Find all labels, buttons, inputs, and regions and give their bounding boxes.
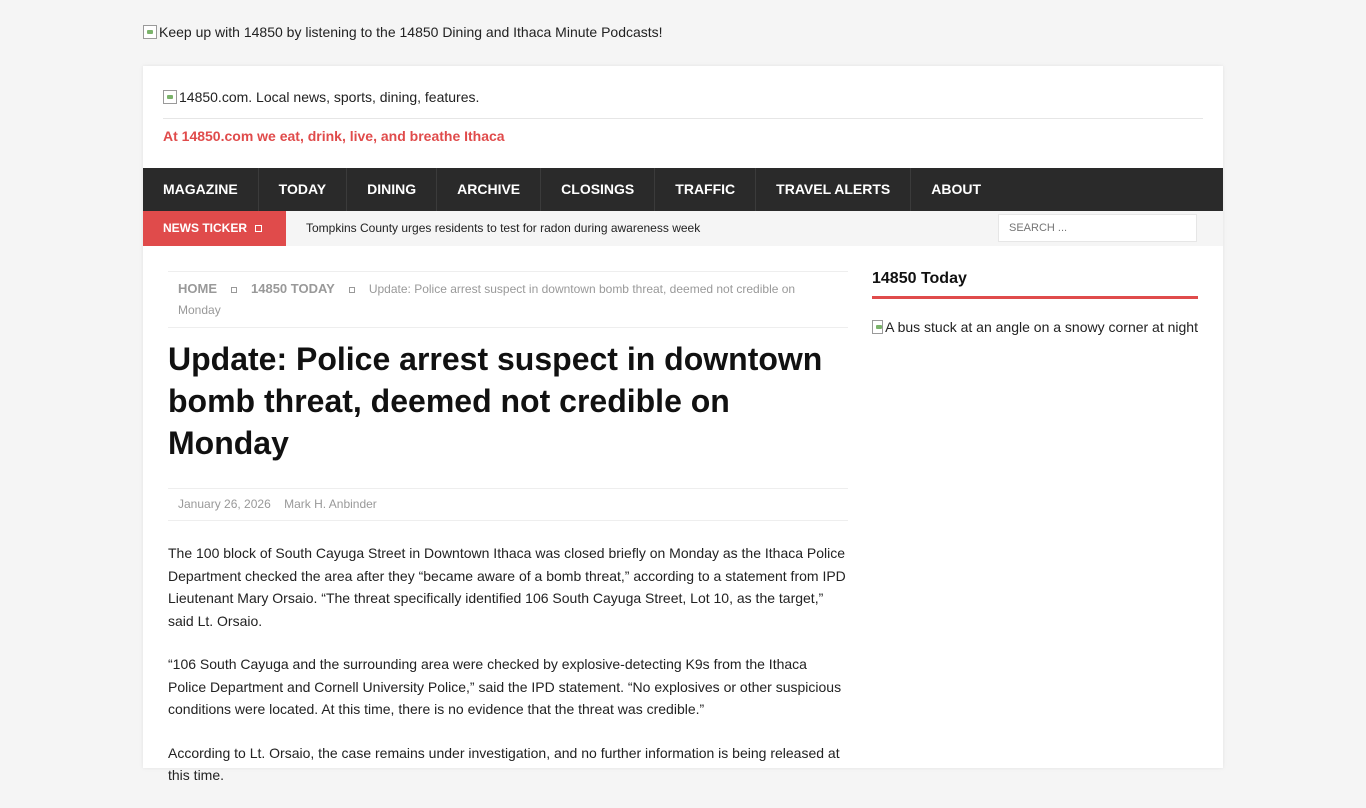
news-ticker-label: NEWS TICKER [143, 211, 286, 246]
article-date: January 26, 2026 [178, 497, 271, 511]
search-input[interactable] [998, 214, 1197, 242]
header-divider [163, 118, 1203, 119]
nav-item-archive[interactable]: ARCHIVE [437, 168, 542, 211]
nav-item-magazine[interactable]: MAGAZINE [143, 168, 259, 211]
broken-image-icon [163, 90, 177, 104]
nav-item-travel-alerts[interactable]: TRAVEL ALERTS [756, 168, 912, 211]
site-tagline: At 14850.com we eat, drink, live, and br… [163, 128, 505, 144]
nav-item-about[interactable]: ABOUT [911, 168, 1001, 211]
sidebar: 14850 Today A bus stuck at an angle on a… [872, 266, 1198, 335]
breadcrumb-separator-icon [231, 286, 237, 293]
article-paragraph: “106 South Cayuga and the surrounding ar… [168, 656, 842, 717]
breadcrumb-separator-icon [348, 286, 355, 293]
logo-alt-text: 14850.com. Local news, sports, dining, f… [179, 89, 480, 105]
site-container: 14850.com. Local news, sports, dining, f… [143, 66, 1223, 783]
ticker-label-text: NEWS TICKER [163, 221, 247, 235]
article-paragraph: The 100 block of South Cayuga Street in … [168, 545, 846, 629]
breadcrumb-home[interactable]: HOME [178, 281, 217, 296]
sidebar-widget-title: 14850 Today [872, 270, 1198, 299]
site-logo[interactable]: 14850.com. Local news, sports, dining, f… [163, 89, 479, 105]
sidebar-featured-image[interactable]: A bus stuck at an angle on a snowy corne… [872, 319, 1198, 335]
ticker-square-icon [255, 225, 262, 233]
article-title: Update: Police arrest suspect in downtow… [168, 341, 823, 461]
broken-image-icon [872, 320, 884, 334]
top-banner-alt-text: Keep up with 14850 by listening to the 1… [159, 24, 663, 40]
ticker-headline-link[interactable]: Tompkins County urges residents to test … [306, 211, 700, 246]
top-banner-image[interactable]: Keep up with 14850 by listening to the 1… [143, 24, 663, 40]
breadcrumb-section[interactable]: 14850 TODAY [251, 281, 335, 296]
article-paragraph: According to Lt. Orsaio, the case remain… [168, 744, 840, 784]
nav-item-closings[interactable]: CLOSINGS [541, 168, 656, 211]
sidebar-image-alt: A bus stuck at an angle on a snowy corne… [885, 319, 1198, 335]
breadcrumb: HOME 14850 TODAY Update: Police arrest sus… [168, 271, 848, 328]
nav-item-today[interactable]: TODAY [259, 168, 348, 211]
nav-item-traffic[interactable]: TRAFFIC [655, 168, 757, 211]
article-author[interactable]: Mark H. Anbinder [284, 497, 377, 511]
broken-image-icon [143, 25, 157, 39]
article-meta: January 26, 2026 Mark H. Anbinder [168, 488, 848, 521]
news-ticker-bar: NEWS TICKER Tompkins County urges reside… [143, 211, 1223, 246]
main-navigation: MAGAZINE TODAY DINING ARCHIVE CLOSINGS T… [143, 168, 1223, 211]
nav-item-dining[interactable]: DINING [347, 168, 438, 211]
